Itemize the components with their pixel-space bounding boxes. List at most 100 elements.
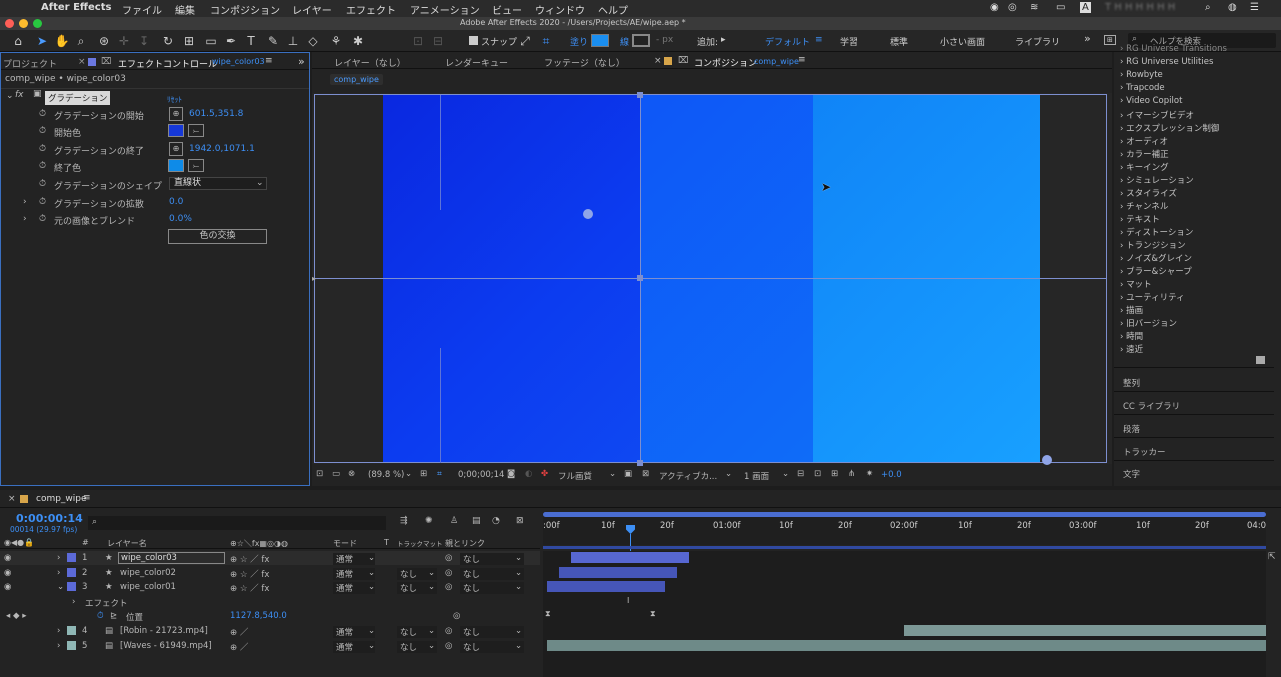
layer-switches-icon[interactable]: ⊕ ☆ ／ fx (230, 582, 269, 594)
zoom-window-icon[interactable] (33, 19, 42, 28)
label-color-chip[interactable] (67, 582, 76, 591)
comp-viewport[interactable]: ▸ ➤ (312, 92, 1112, 466)
keyframe-icon[interactable]: ⧗ (650, 609, 656, 619)
effect-category[interactable]: › 遠近 (1120, 343, 1143, 355)
rectangle-tool-icon[interactable]: ▭ (203, 33, 219, 49)
mask-view-icon[interactable]: ⊗ (348, 469, 355, 479)
fill-color-swatch[interactable] (591, 34, 609, 47)
layer-switches-icon[interactable]: ⊕ ☆ ／ fx (230, 553, 269, 565)
spotlight-icon[interactable]: ⌕ (1205, 2, 1211, 13)
menu-window[interactable]: ウィンドウ (535, 2, 585, 17)
draft-3d-icon[interactable]: ✺ (425, 516, 433, 526)
effect-category[interactable]: › RG Universe Transitions (1120, 44, 1227, 54)
effect-category[interactable]: › Trapcode (1120, 83, 1165, 93)
control-center-icon[interactable]: ☰ (1250, 2, 1259, 13)
effect-group-row[interactable]: › エフェクト (0, 595, 540, 609)
effect-category[interactable]: › ユーティリティ (1120, 291, 1185, 303)
effect-category[interactable]: › ディストーション (1120, 226, 1193, 238)
stopwatch-icon[interactable]: ⏱ (39, 109, 46, 119)
close-tab-icon[interactable]: × (654, 56, 662, 66)
stroke-color-swatch[interactable] (632, 34, 650, 47)
panel-cc-libraries[interactable]: CC ライブラリ (1123, 400, 1180, 412)
layer-search-input[interactable]: ⌕ (88, 516, 386, 530)
swap-colors-button[interactable]: 色の交換 (168, 229, 267, 244)
layer-name[interactable]: [Robin - 21723.mp4] (120, 626, 208, 636)
position-property-row[interactable]: ◂ ◆ ▸ ⏱ ⊵ 位置 1127.8,540.0 ◎ (0, 609, 540, 623)
battery-icon[interactable]: ▭ (1056, 2, 1065, 13)
tab-layer-name[interactable]: wipe_color03 (212, 57, 265, 66)
time-ruler[interactable]: :00f 10f 20f 01:00f 10f 20f 02:00f 10f 2… (543, 512, 1266, 545)
zoom-level[interactable]: (89.8 %) (368, 470, 404, 480)
keyframe-nav-icon[interactable]: ◂ ◆ ▸ (6, 611, 26, 621)
workspace-small-screen[interactable]: 小さい画面 (940, 35, 985, 48)
collapse-arrow-icon[interactable]: ⌄ (57, 582, 64, 592)
workspace-learn[interactable]: 学習 (840, 35, 858, 48)
eyedropper-icon[interactable]: ⤚ (188, 159, 204, 172)
gradient-shape-select[interactable]: 直線状 (169, 177, 267, 190)
layer-bar-wipe-color01[interactable] (547, 581, 665, 592)
pan-camera-icon[interactable]: ✛ (116, 33, 132, 49)
distribute-icon[interactable]: ⊟ (430, 33, 446, 49)
selection-tool-icon[interactable]: ➤ (34, 33, 50, 49)
expand-arrow-icon[interactable]: › (23, 197, 27, 207)
type-tool-icon[interactable]: T (243, 33, 259, 49)
layer-bar-waves[interactable] (547, 640, 1266, 651)
workspace-more[interactable]: » (1084, 32, 1091, 45)
lock-icon[interactable]: ⌧ (101, 57, 111, 67)
pick-whip-icon[interactable]: ◎ (445, 568, 452, 578)
label-color-chip[interactable] (67, 641, 76, 650)
snap-checkbox[interactable] (469, 36, 478, 45)
views-select[interactable]: 1 画面 (744, 470, 769, 482)
align-icon[interactable]: ⊡ (410, 33, 426, 49)
stroke-label[interactable]: 線 (620, 35, 629, 48)
effect-settings-icon[interactable]: ▣ (33, 89, 42, 99)
shy-layers-icon[interactable]: ♙ (450, 516, 458, 526)
layer-name[interactable]: wipe_color03 (118, 552, 225, 564)
monitor-icon[interactable]: ▭ (332, 469, 340, 479)
fast-preview-icon[interactable]: ▣ (624, 469, 632, 479)
stroke-width[interactable]: - px (656, 35, 673, 45)
effect-category[interactable]: › チャンネル (1120, 200, 1168, 212)
viewer-timecode[interactable]: 0;00;00;14 (458, 470, 504, 480)
clone-stamp-icon[interactable]: ⊥ (285, 33, 301, 49)
layer-row[interactable]: ◉ › 2 ★ wipe_color02 ⊕ ☆ ／ fx 通常 ⌄ なし ⌄ … (0, 566, 540, 580)
exposure-value[interactable]: +0.0 (881, 470, 902, 480)
resolution-select[interactable]: フル画質 (558, 470, 592, 482)
menu-help[interactable]: ヘルプ (598, 2, 628, 17)
gradient-scatter-value[interactable]: 0.0 (169, 197, 183, 207)
chevron-down-icon[interactable]: ⌄ (725, 469, 732, 479)
stopwatch-icon[interactable]: ⏱ (97, 611, 104, 621)
reset-link[interactable]: ﾘｾｯﾄ (167, 94, 182, 105)
lock-icon[interactable]: ⌧ (678, 56, 688, 66)
chevron-down-icon[interactable]: ⌄ (609, 469, 616, 479)
layer-row[interactable]: › 5 ▤ [Waves - 61949.mp4] ⊕ ／ 通常 ⌄ なし ⌄ … (0, 639, 540, 653)
dolly-camera-icon[interactable]: ↧ (136, 33, 152, 49)
layer-bar-wipe-color03[interactable] (571, 552, 689, 563)
graph-editor-icon[interactable]: ⊠ (516, 516, 524, 526)
label-color-chip[interactable] (67, 626, 76, 635)
visibility-eye-icon[interactable]: ◉ (4, 568, 11, 578)
effect-category[interactable]: › カラー補正 (1120, 148, 1169, 160)
tab-timeline-comp[interactable]: comp_wipe (36, 494, 87, 504)
crosshair-icon[interactable]: ⊕ (169, 107, 183, 121)
expand-arrow-icon[interactable]: › (57, 568, 60, 578)
pick-whip-icon[interactable]: ◎ (453, 611, 460, 621)
camera-select[interactable]: アクティブカ... (659, 470, 717, 482)
effect-category[interactable]: › ノイズ&グレイン (1120, 252, 1192, 264)
effect-category[interactable]: › RG Universe Utilities (1120, 57, 1213, 67)
hand-tool-icon[interactable]: ✋ (54, 33, 70, 49)
effect-category[interactable]: › シミュレーション (1120, 174, 1194, 186)
add-label[interactable]: 追加: (697, 35, 718, 48)
draft-3d-icon[interactable]: ⊡ (814, 469, 821, 479)
pick-whip-icon[interactable]: ◎ (445, 626, 452, 636)
visibility-eye-icon[interactable]: ◉ (4, 553, 11, 563)
home-icon[interactable]: ⌂ (10, 33, 26, 49)
expand-arrow-icon[interactable]: › (57, 553, 60, 563)
exposure-icon[interactable]: ✷ (866, 469, 873, 479)
expand-arrow-icon[interactable]: › (57, 641, 60, 651)
expand-arrow-icon[interactable]: › (72, 597, 75, 607)
effect-category[interactable]: › エクスプレッション制御 (1120, 122, 1219, 134)
transparency-grid-icon[interactable]: ⊠ (642, 469, 649, 479)
layer-row[interactable]: › 4 ▤ [Robin - 21723.mp4] ⊕ ／ 通常 ⌄ なし ⌄ … (0, 624, 540, 638)
toggle-pixel-aspect-icon[interactable]: ⊟ (797, 469, 804, 479)
